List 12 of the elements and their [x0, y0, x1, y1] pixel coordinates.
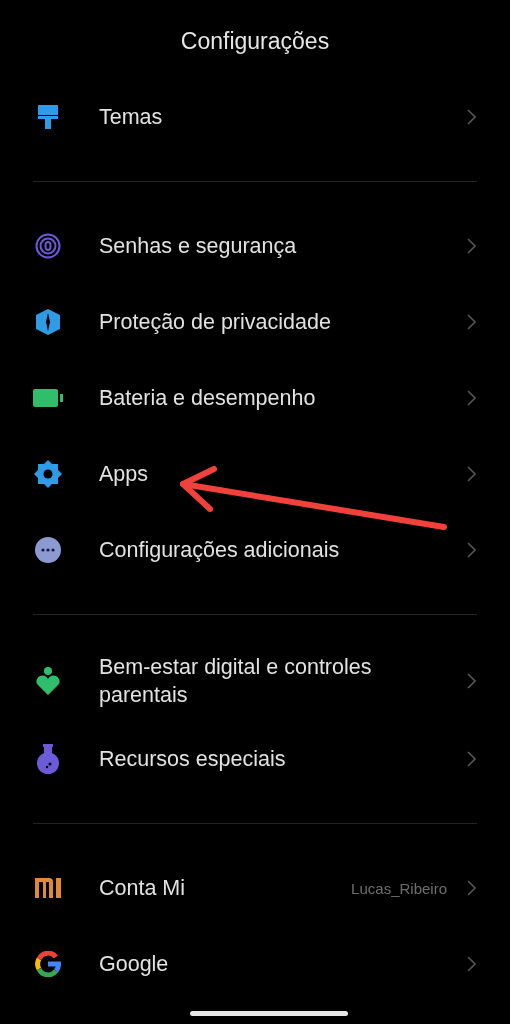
setting-label[interactable]: Recursos especiais [99, 733, 427, 785]
setting-label[interactable]: Conta Mi [99, 862, 342, 914]
setting-label[interactable]: Temas [99, 91, 427, 143]
setting-label[interactable]: Bateria e desempenho [99, 372, 427, 424]
setting-label[interactable]: Senhas e segurança [99, 220, 427, 272]
account-name: Lucas_Ribeiro [351, 879, 447, 897]
setting-label[interactable]: Proteção de privacidade [99, 296, 427, 348]
setting-label[interactable]: Apps [99, 448, 427, 500]
screen-title: Configurações [179, 27, 331, 56]
setting-label[interactable]: Bem-estar digital e controles parentais [99, 641, 427, 721]
setting-label[interactable]: Google [99, 938, 427, 990]
setting-label[interactable]: Configurações adicionais [99, 524, 427, 576]
